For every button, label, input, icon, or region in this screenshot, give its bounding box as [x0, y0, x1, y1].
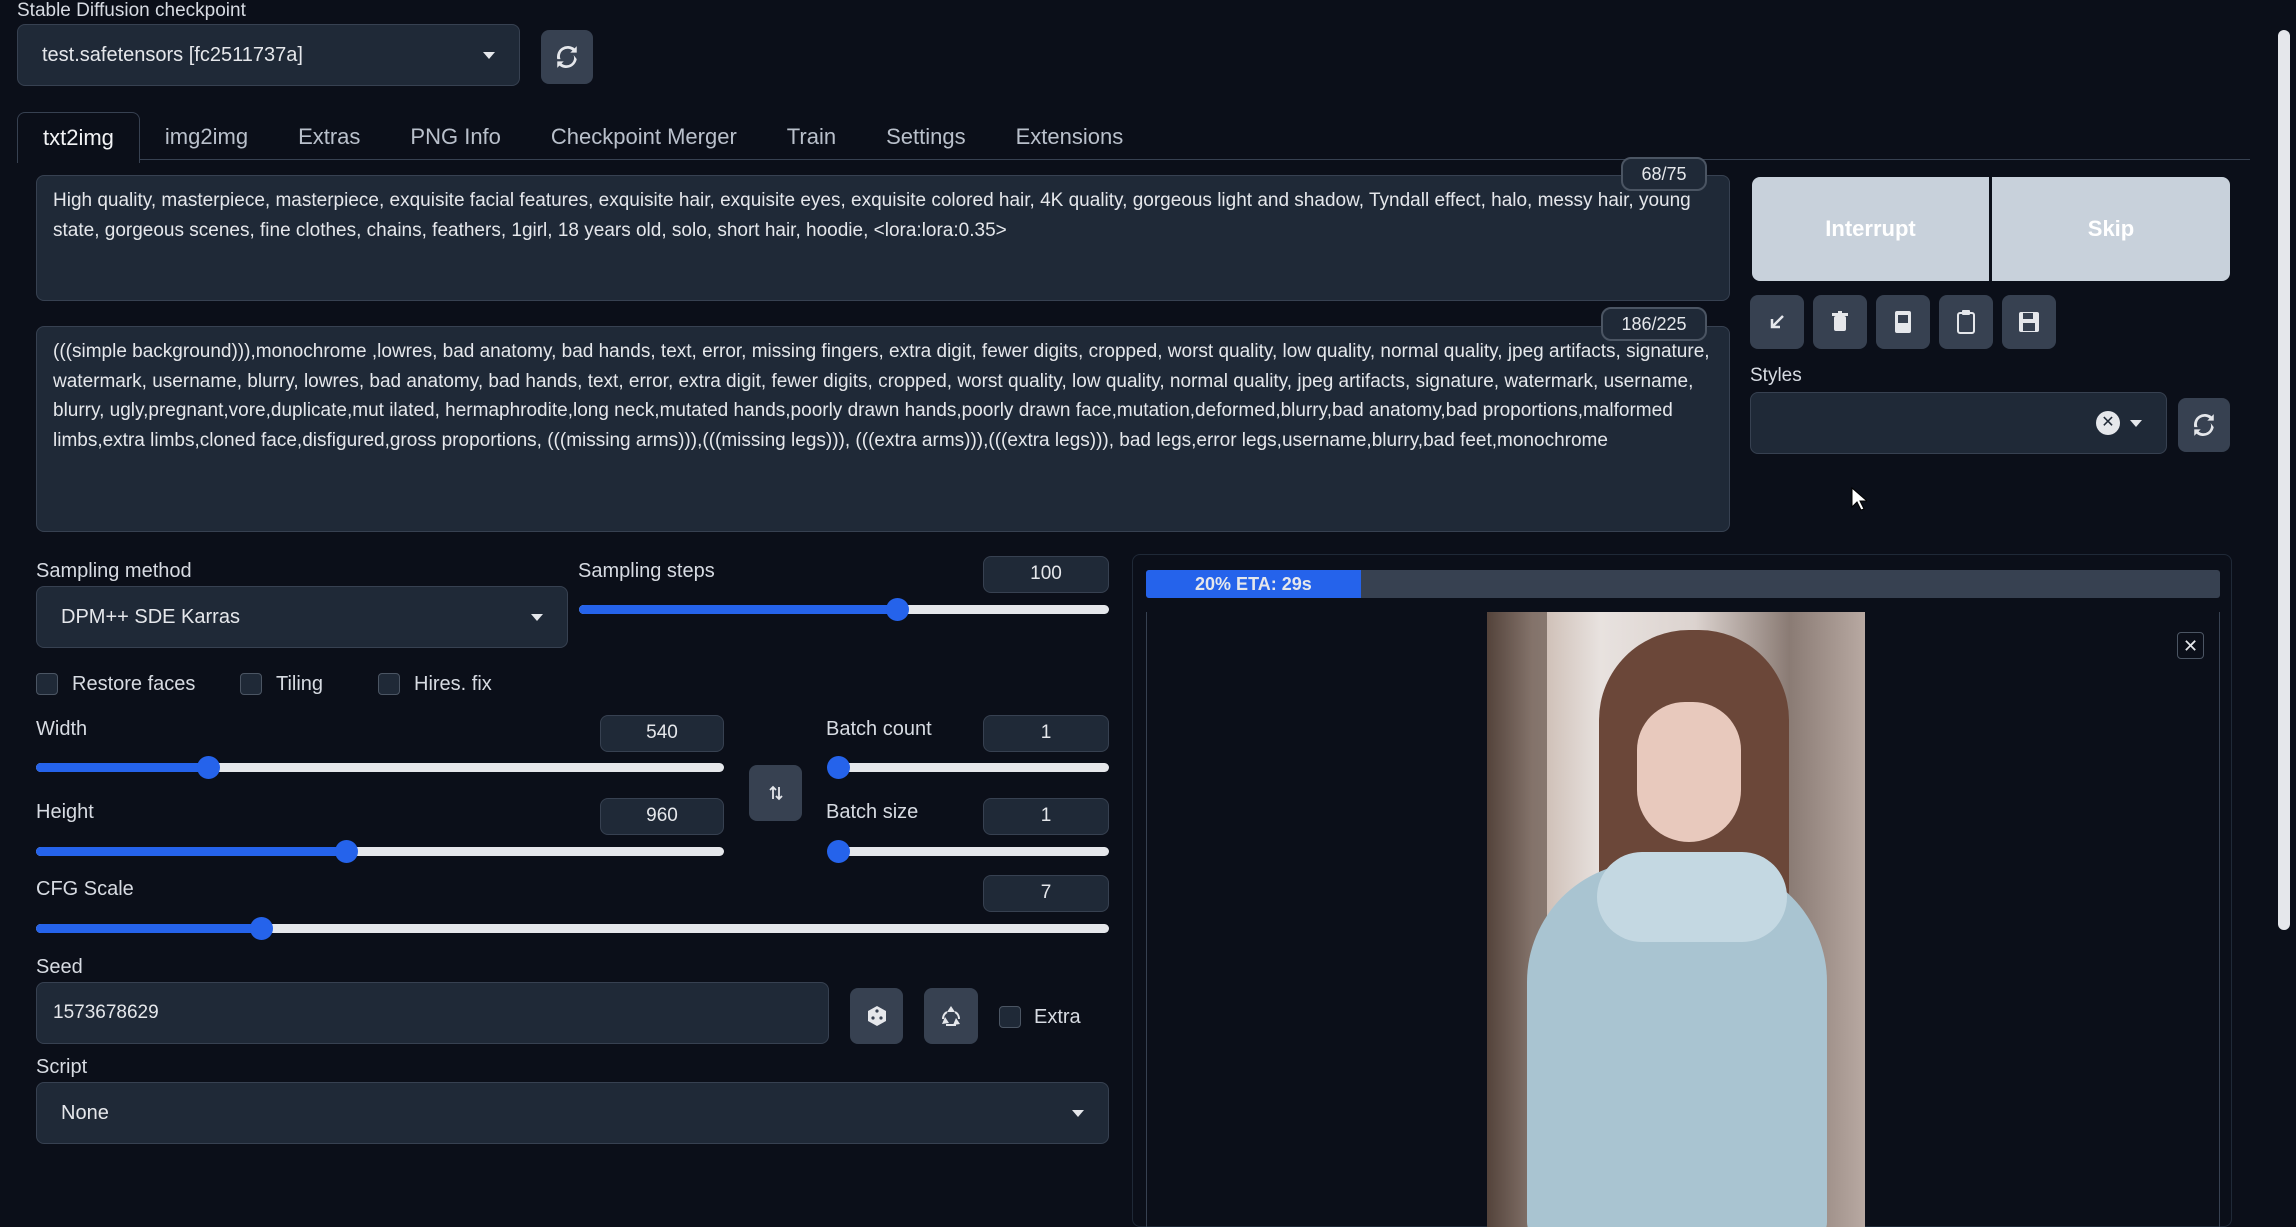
sampling-method-dropdown[interactable]: DPM++ SDE Karras: [36, 586, 568, 648]
clipboard-icon: [1957, 310, 1975, 334]
tiling-label: Tiling: [276, 673, 324, 695]
script-value: None: [61, 1101, 109, 1124]
styles-label: Styles: [1750, 365, 1802, 386]
width-label: Width: [36, 718, 88, 740]
script-dropdown[interactable]: None: [36, 1082, 1109, 1144]
skip-button[interactable]: Skip: [1992, 177, 2230, 281]
styles-dropdown[interactable]: ✕: [1750, 392, 2167, 454]
height-slider[interactable]: [36, 840, 724, 863]
sampling-steps-slider[interactable]: [579, 598, 1109, 621]
tab-checkpoint-merger[interactable]: Checkpoint Merger: [526, 112, 762, 162]
hires-fix-checkbox[interactable]: [378, 673, 400, 695]
floppy-disk-icon: [2019, 312, 2039, 332]
generated-image-preview[interactable]: [1487, 612, 1865, 1227]
apply-style-button[interactable]: [1939, 295, 1993, 349]
tab-extensions[interactable]: Extensions: [991, 112, 1149, 162]
progress-bar: 20% ETA: 29s: [1146, 570, 2220, 598]
restore-faces-label: Restore faces: [72, 673, 196, 695]
refresh-icon: [2193, 413, 2214, 436]
seed-input[interactable]: 1573678629: [36, 982, 829, 1044]
tab-bar: txt2img img2img Extras PNG Info Checkpoi…: [17, 112, 1148, 163]
tab-img2img[interactable]: img2img: [140, 112, 273, 162]
sampling-method-value: DPM++ SDE Karras: [61, 605, 240, 628]
batch-size-input[interactable]: 1: [983, 798, 1109, 835]
tab-extras[interactable]: Extras: [273, 112, 385, 162]
checkpoint-label: Stable Diffusion checkpoint: [17, 0, 246, 21]
close-preview-icon[interactable]: ✕: [2177, 632, 2204, 659]
recycle-icon: [941, 1006, 961, 1026]
cfg-scale-slider[interactable]: [36, 917, 1109, 940]
width-slider[interactable]: [36, 756, 724, 779]
card-icon: [1895, 311, 1911, 333]
restore-faces-checkbox[interactable]: [36, 673, 58, 695]
sampling-method-label: Sampling method: [36, 560, 192, 582]
batch-size-label: Batch size: [826, 801, 919, 823]
extra-seed-checkbox[interactable]: [999, 1006, 1021, 1028]
random-seed-button[interactable]: [850, 988, 903, 1044]
refresh-checkpoint-button[interactable]: [541, 30, 593, 84]
checkpoint-dropdown[interactable]: test.safetensors [fc2511737a]: [17, 24, 520, 86]
prompt-token-counter: 68/75: [1621, 157, 1707, 191]
tiling-checkbox[interactable]: [240, 673, 262, 695]
read-params-button[interactable]: [1750, 295, 1804, 349]
page-scrollbar[interactable]: [2272, 0, 2296, 1227]
clear-icon[interactable]: ✕: [2096, 411, 2120, 435]
tab-divider: [140, 159, 2250, 160]
progress-text: 20% ETA: 29s: [1195, 574, 1312, 594]
extra-seed-label: Extra: [1034, 1006, 1081, 1028]
tab-train[interactable]: Train: [762, 112, 861, 162]
batch-count-label: Batch count: [826, 718, 932, 740]
trash-icon: [1832, 311, 1848, 331]
reuse-seed-button[interactable]: [924, 988, 978, 1044]
swap-dimensions-button[interactable]: [749, 765, 802, 821]
extra-networks-button[interactable]: [1876, 295, 1930, 349]
swap-arrows-icon: [768, 785, 783, 801]
batch-size-slider[interactable]: [827, 840, 1109, 863]
chevron-down-icon: [483, 51, 495, 59]
mouse-cursor-icon: [1851, 487, 1867, 511]
hood-shape: [1597, 852, 1787, 942]
dice-icon: [867, 1006, 886, 1026]
interrupt-button[interactable]: Interrupt: [1752, 177, 1989, 281]
script-label: Script: [36, 1056, 88, 1078]
tab-png-info[interactable]: PNG Info: [385, 112, 525, 162]
sampling-steps-input[interactable]: 100: [983, 556, 1109, 593]
negative-prompt-textarea[interactable]: (((simple background))),monochrome ,lowr…: [36, 326, 1730, 532]
height-label: Height: [36, 801, 94, 823]
chevron-down-icon: [531, 613, 543, 621]
batch-count-input[interactable]: 1: [983, 715, 1109, 752]
hires-fix-label: Hires. fix: [414, 673, 492, 695]
prompt-textarea[interactable]: High quality, masterpiece, masterpiece, …: [36, 175, 1730, 301]
cfg-scale-input[interactable]: 7: [983, 875, 1109, 912]
clear-prompt-button[interactable]: [1813, 295, 1867, 349]
negative-prompt-token-counter: 186/225: [1601, 307, 1707, 341]
sampling-steps-label: Sampling steps: [578, 560, 715, 582]
arrow-down-left-icon: [1770, 315, 1784, 329]
batch-count-slider[interactable]: [827, 756, 1109, 779]
face-shape: [1637, 702, 1741, 842]
cfg-scale-label: CFG Scale: [36, 878, 134, 900]
save-style-button[interactable]: [2002, 295, 2056, 349]
width-input[interactable]: 540: [600, 715, 724, 752]
scrollbar-thumb[interactable]: [2278, 30, 2290, 930]
seed-label: Seed: [36, 956, 83, 978]
refresh-icon: [556, 45, 577, 68]
refresh-styles-button[interactable]: [2178, 398, 2230, 452]
chevron-down-icon: [2130, 419, 2142, 427]
chevron-down-icon: [1072, 1109, 1084, 1117]
tab-txt2img[interactable]: txt2img: [17, 112, 140, 163]
checkpoint-value: test.safetensors [fc2511737a]: [42, 43, 303, 66]
tab-settings[interactable]: Settings: [861, 112, 991, 162]
height-input[interactable]: 960: [600, 798, 724, 835]
